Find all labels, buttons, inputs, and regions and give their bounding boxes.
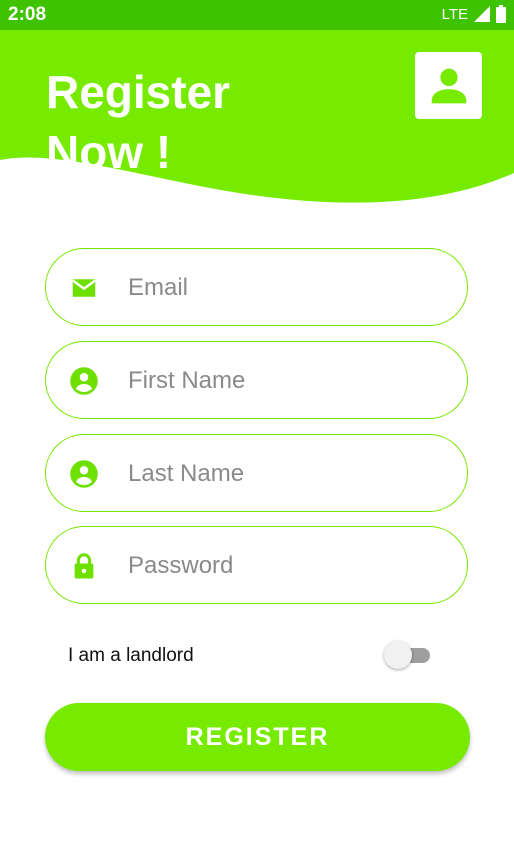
battery-icon <box>496 5 506 23</box>
account-circle-icon <box>70 460 98 488</box>
title-line-2: Now ! <box>46 126 172 178</box>
register-button[interactable]: REGISTER <box>45 703 470 771</box>
password-input[interactable] <box>126 545 440 587</box>
lock-icon <box>74 553 94 579</box>
profile-button[interactable] <box>415 52 482 119</box>
title-line-1: Register <box>46 66 231 118</box>
network-type: LTE <box>441 5 468 23</box>
signal-icon <box>474 6 490 22</box>
email-icon <box>72 279 96 297</box>
last-name-field[interactable] <box>45 434 468 512</box>
toggle-thumb <box>384 641 412 669</box>
status-bar: 2:08 LTE <box>0 0 514 30</box>
email-field[interactable] <box>45 248 468 326</box>
first-name-input[interactable] <box>126 360 440 402</box>
password-field[interactable] <box>45 526 468 604</box>
landlord-toggle[interactable] <box>384 641 432 669</box>
last-name-input[interactable] <box>126 453 440 495</box>
first-name-field[interactable] <box>45 341 468 419</box>
landlord-label: I am a landlord <box>68 645 194 666</box>
account-box-icon <box>431 68 466 103</box>
email-input[interactable] <box>126 267 440 309</box>
page-title: Register Now ! <box>46 62 230 182</box>
status-time: 2:08 <box>8 4 47 25</box>
status-indicators: LTE <box>442 5 506 23</box>
account-circle-icon <box>70 367 98 395</box>
